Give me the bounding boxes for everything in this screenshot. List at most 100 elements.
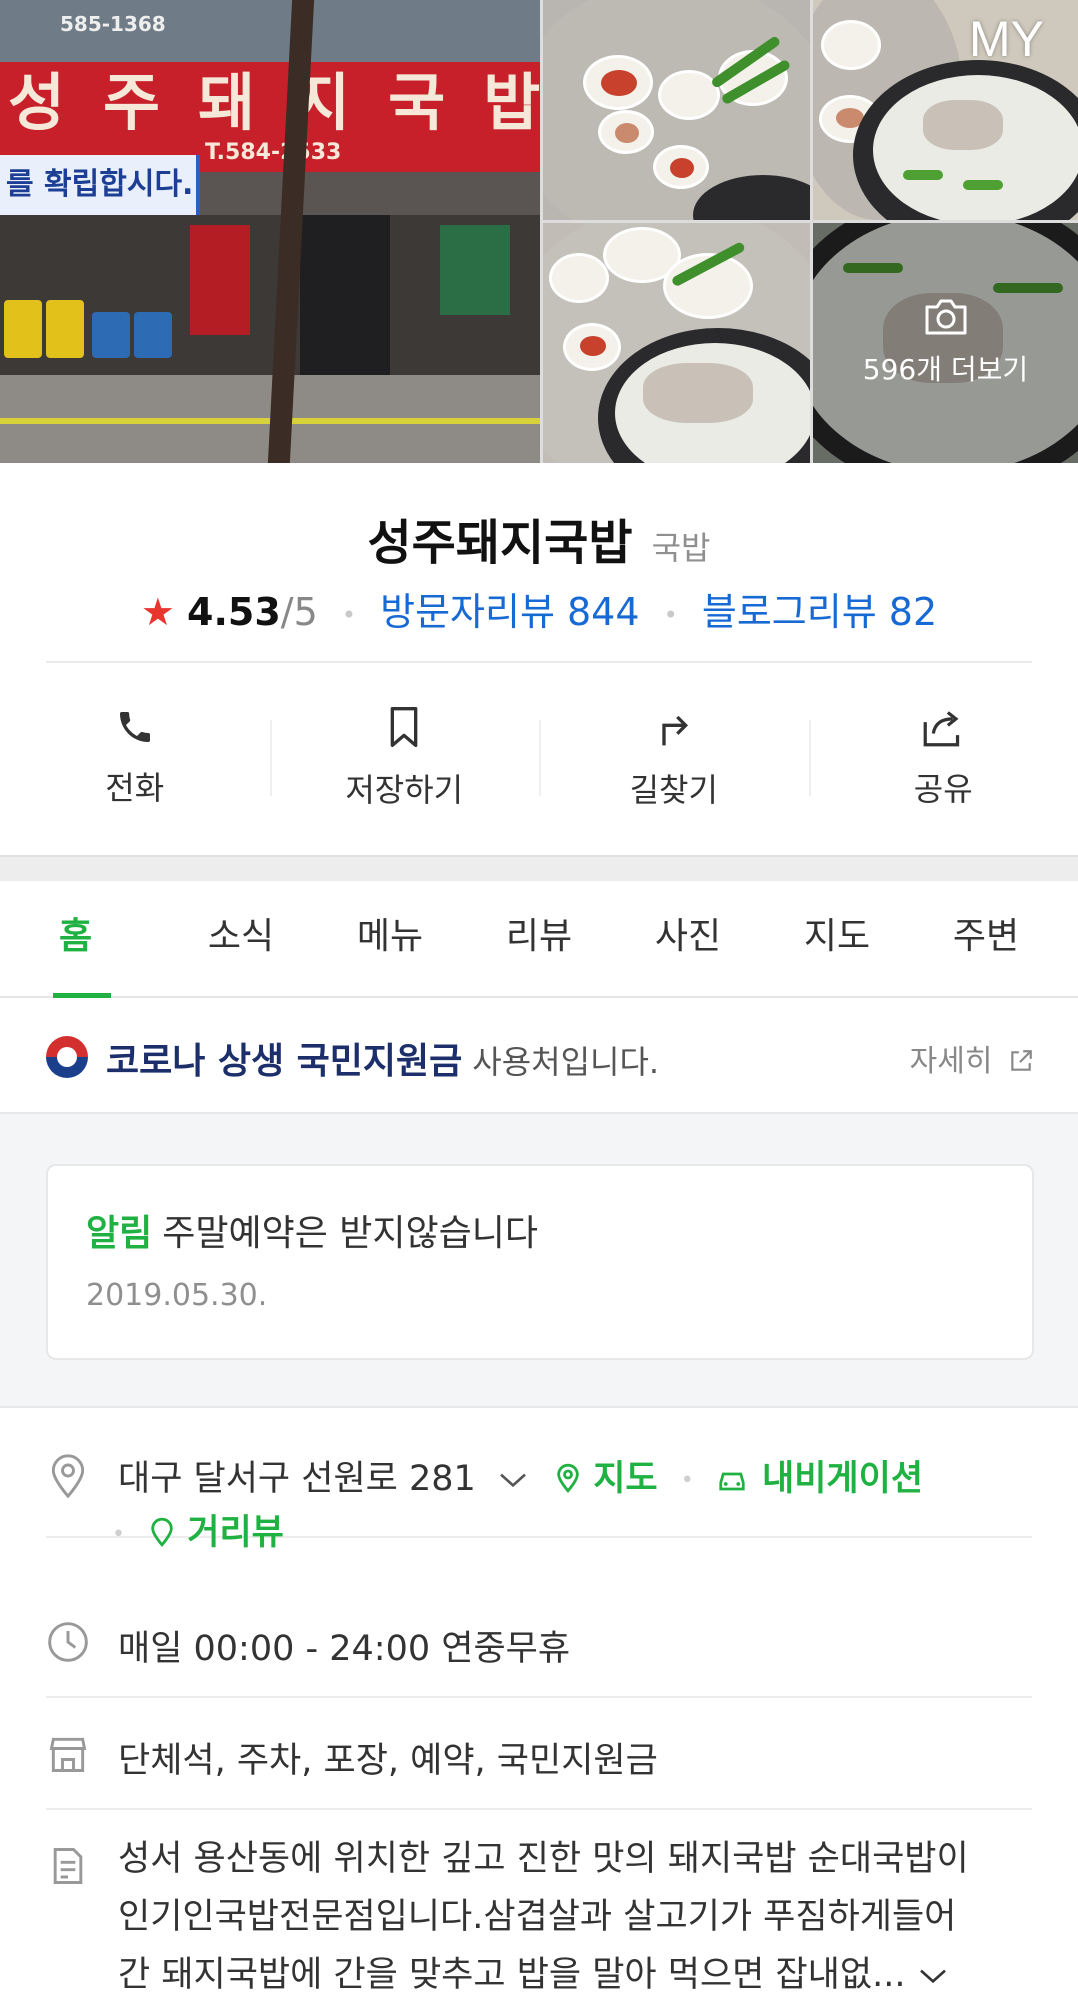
tab-map[interactable]: 지도	[767, 881, 907, 996]
more-label: 자세히	[909, 1044, 993, 1079]
side-dish	[821, 20, 881, 70]
storefront-photo[interactable]: 585-1368 성주돼지국밥 T.584-2533 를 확립합시다.	[0, 0, 540, 463]
notice-line: 알림 주말예약은 받지않습니다	[86, 1204, 538, 1256]
trash-bin	[46, 300, 84, 358]
food-photo[interactable]	[543, 0, 810, 220]
separator-dot: •	[680, 1467, 694, 1493]
directions-icon	[654, 705, 694, 753]
side-dish	[653, 145, 709, 189]
chevron-down-icon[interactable]	[487, 1459, 540, 1499]
photo-more-button[interactable]: 596개 더보기	[813, 223, 1078, 463]
hours-row[interactable]: 매일 00:00 - 24:00 연중무휴	[46, 1586, 1032, 1698]
store-icon	[46, 1732, 90, 1776]
description-line: 간 돼지국밥에 간을 맞추고 밥을 말아 먹으면 잡내없...	[118, 1955, 906, 1995]
tab-nearby[interactable]: 주변	[916, 881, 1056, 996]
store-sign-text: 성주돼지국밥	[8, 66, 540, 139]
directions-label: 길찾기	[629, 771, 718, 809]
streetview-pin-icon	[148, 1513, 187, 1553]
map-pin-icon	[540, 1459, 593, 1499]
external-link-icon	[1002, 1044, 1034, 1079]
expand-description-icon[interactable]	[917, 1955, 949, 1995]
pork-slice	[643, 363, 753, 423]
bookmark-icon	[384, 705, 424, 753]
place-name: 성주돼지국밥	[367, 515, 633, 571]
support-fund-banner[interactable]: 코로나 상생 국민지원금 사용처입니다. 자세히	[0, 998, 1078, 1114]
phone-icon	[115, 707, 155, 751]
action-bar: 전화 저장하기 길찾기 공유	[0, 698, 1078, 818]
support-fund-text: 코로나 상생 국민지원금 사용처입니다.	[106, 1032, 659, 1084]
sauce	[615, 123, 639, 143]
tab-home[interactable]: 홈	[22, 881, 162, 998]
directions-button[interactable]: 길찾기	[539, 698, 809, 818]
green-onion	[963, 180, 1003, 190]
address-line: 대구 달서구 선원로 281 지도 • 내비게이션	[118, 1450, 923, 1501]
call-button[interactable]: 전화	[0, 698, 270, 818]
side-dish	[563, 323, 621, 371]
side-dish	[583, 55, 653, 110]
tab-reviews[interactable]: 리뷰	[469, 881, 609, 996]
store-sign-tel: T.584-2533	[205, 140, 342, 165]
visitor-reviews-link[interactable]: 방문자리뷰 844	[380, 590, 639, 634]
description-line-last: 간 돼지국밥에 간을 맞추고 밥을 말아 먹으면 잡내없...	[118, 1946, 1032, 2004]
info-section: 대구 달서구 선원로 281 지도 • 내비게이션 • 거리뷰 매일 00:00…	[0, 1408, 1078, 2010]
camera-icon	[923, 298, 969, 340]
star-icon: ★	[140, 590, 175, 634]
hours-text: 매일 00:00 - 24:00 연중무휴	[118, 1629, 571, 1669]
photo-more-label: 596개 더보기	[862, 353, 1029, 386]
share-button[interactable]: 공유	[808, 698, 1078, 818]
car-icon	[717, 1459, 762, 1499]
storefront-banner: 를 확립합시다.	[0, 155, 200, 215]
save-label: 저장하기	[345, 771, 464, 809]
title-row: 성주돼지국밥 국밥	[0, 503, 1078, 573]
trash-bin	[4, 300, 42, 358]
storefront-top-tel: 585-1368	[60, 12, 166, 36]
separator-dot: •	[663, 600, 678, 629]
streetview-line: • 거리뷰	[112, 1504, 284, 1555]
food-photo[interactable]	[543, 223, 810, 463]
divider	[46, 661, 1032, 663]
store-door	[300, 215, 390, 375]
address-row: 대구 달서구 선원로 281 지도 • 내비게이션 • 거리뷰	[46, 1408, 1032, 1553]
side-dish	[549, 253, 609, 303]
description-text: 성서 용산동에 위치한 깊고 진한 맛의 돼지국밥 순대국밥이 인기인국밥전문점…	[118, 1830, 1032, 2004]
pork-slice	[923, 100, 1003, 150]
sauce	[580, 336, 606, 356]
green-sign	[440, 225, 510, 315]
place-summary: 성주돼지국밥 국밥 ★ 4.53/5 • 방문자리뷰 844 • 블로그리뷰 8…	[0, 463, 1078, 855]
document-icon	[46, 1844, 90, 1888]
side-dish	[598, 110, 654, 154]
my-button[interactable]: MY	[969, 10, 1044, 68]
share-label: 공유	[913, 770, 973, 808]
streetview-link[interactable]: 거리뷰	[187, 1513, 284, 1553]
amenities-text: 단체석, 주차, 포장, 예약, 국민지원금	[118, 1741, 658, 1781]
description-line: 인기인국밥전문점입니다.삼겹살과 살고기가 푸짐하게들어	[118, 1897, 957, 1937]
notice-text: 주말예약은 받지않습니다	[162, 1213, 539, 1254]
notice-tag: 알림	[86, 1213, 153, 1254]
blog-reviews-link[interactable]: 블로그리뷰 82	[702, 590, 937, 634]
tab-news[interactable]: 소식	[171, 881, 311, 996]
taegeuk-icon	[46, 1036, 88, 1078]
tab-menu[interactable]: 메뉴	[320, 881, 460, 996]
call-label: 전화	[105, 769, 165, 807]
green-onion	[903, 170, 943, 180]
address-text: 대구 달서구 선원로 281	[118, 1459, 476, 1499]
map-link[interactable]: 지도	[593, 1459, 657, 1499]
location-pin-icon	[46, 1452, 90, 1499]
save-button[interactable]: 저장하기	[269, 698, 540, 818]
support-fund-more-link[interactable]: 자세히	[910, 1036, 1034, 1080]
place-category: 국밥	[651, 529, 711, 567]
side-dish	[658, 70, 720, 120]
description-row[interactable]: 성서 용산동에 위치한 깊고 진한 맛의 돼지국밥 순대국밥이 인기인국밥전문점…	[46, 1810, 1032, 2010]
notice-card[interactable]: 알림 주말예약은 받지않습니다 2019.05.30.	[46, 1164, 1034, 1360]
section-gap	[0, 855, 1078, 881]
rating-value: 4.53	[187, 590, 281, 634]
support-fund-subtitle: 사용처입니다.	[472, 1043, 660, 1081]
red-panel	[190, 225, 250, 335]
sauce	[670, 158, 694, 178]
kimchi	[601, 70, 637, 96]
tab-photos[interactable]: 사진	[618, 881, 758, 996]
separator-dot: •	[341, 600, 357, 629]
share-icon	[920, 706, 966, 752]
navigation-link[interactable]: 내비게이션	[762, 1459, 923, 1499]
notice-date: 2019.05.30.	[86, 1278, 268, 1313]
